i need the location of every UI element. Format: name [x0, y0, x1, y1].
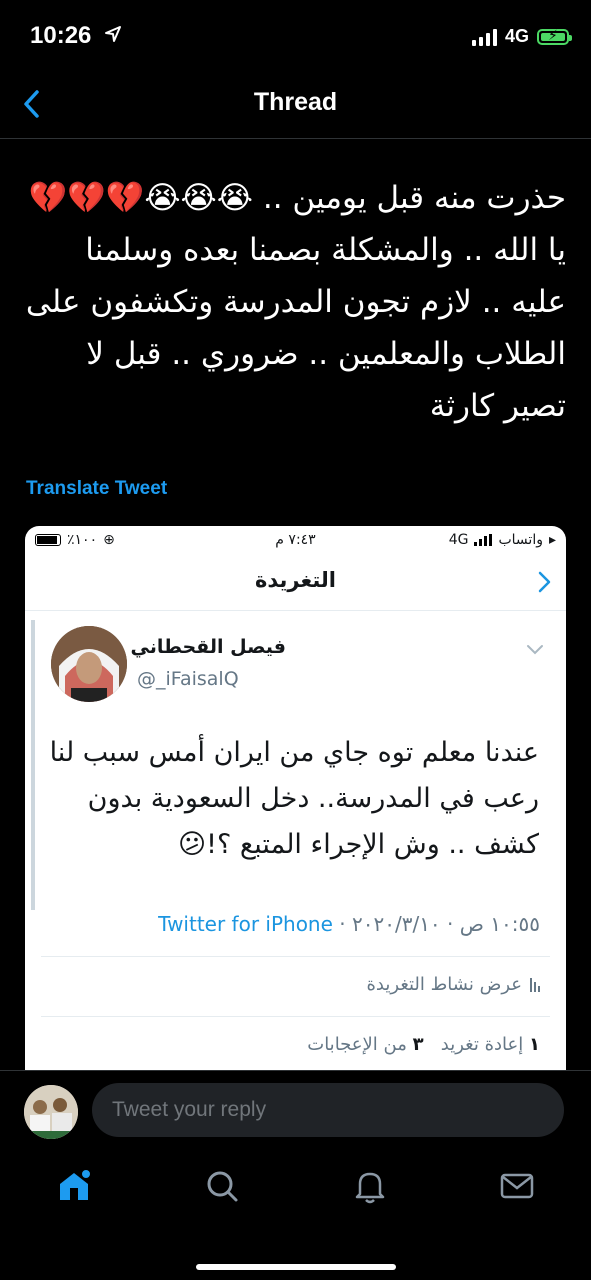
tab-bar [0, 1152, 591, 1280]
likes-count: ٣ [412, 1034, 424, 1055]
tab-home[interactable] [54, 1166, 94, 1206]
home-indicator [196, 1264, 396, 1270]
embedded-title: التغريدة [255, 568, 336, 592]
embedded-caret-down-icon [527, 645, 543, 655]
tab-notifications[interactable] [350, 1166, 390, 1206]
battery-charging-icon: ⚡ [537, 28, 572, 45]
divider [41, 956, 550, 957]
embedded-author-handle: @_iFaisalQ [137, 668, 239, 690]
retweets-label: إعادة تغريد [440, 1034, 524, 1055]
retweets-count: ١ [529, 1034, 540, 1055]
embedded-header: التغريدة [25, 556, 566, 611]
notifications-bell-icon [355, 1172, 385, 1204]
page-title: Thread [253, 88, 338, 116]
signal-bars-icon [471, 28, 497, 46]
reply-bar: Tweet your reply [0, 1070, 591, 1153]
embedded-author-avatar [51, 626, 127, 702]
embedded-status-bar: ٪١٠٠ ⊕ ٧:٤٣ م 4G واتساب ▸ [25, 526, 566, 556]
status-indicators: 4G ⚡ [471, 26, 572, 47]
home-icon [60, 1168, 92, 1200]
embedded-back-arrow-icon: ▸ [548, 532, 556, 548]
analytics-icon [530, 977, 540, 992]
embedded-network: 4G [448, 532, 469, 548]
navigation-bar: Thread [0, 72, 591, 139]
embedded-signal-icon [474, 534, 493, 546]
search-icon [207, 1171, 238, 1202]
embedded-author-name: فيصل القحطاني [130, 636, 286, 658]
embedded-carrier: واتساب [498, 532, 543, 548]
embedded-timestamp: ١٠:٥٥ ص · ٢٠٢٠/٣/١٠ · [332, 912, 540, 936]
translate-tweet-link[interactable]: Translate Tweet [26, 478, 167, 500]
embedded-thread-line [31, 620, 35, 910]
embedded-activity-label: عرض نشاط التغريدة [366, 974, 523, 995]
embedded-tweet-meta: ١٠:٥٥ ص · ٢٠٢٠/٣/١٠ · Twitter for iPhone [158, 912, 540, 936]
tweet-media-image[interactable]: ٪١٠٠ ⊕ ٧:٤٣ م 4G واتساب ▸ التغريدة فيصل … [25, 526, 566, 1071]
tab-search[interactable] [202, 1166, 242, 1206]
messages-envelope-icon [500, 1173, 534, 1199]
tweet-text: حذرت منه قبل يومين .. 😭😭😭💔💔💔 يا الله .. … [25, 180, 566, 424]
embedded-chevron-right-icon [538, 571, 551, 593]
embedded-engagement-stats: ١ إعادة تغريد ٣ من الإعجابات [307, 1034, 540, 1055]
embedded-view-activity: عرض نشاط التغريدة [366, 974, 540, 995]
location-arrow-icon [105, 26, 121, 42]
tab-messages[interactable] [497, 1166, 537, 1206]
status-bar: 10:26 4G ⚡ [0, 0, 591, 72]
embedded-source: Twitter for iPhone [158, 912, 333, 936]
embedded-tweet-body: عندنا معلم توه جاي من ايران أمس سبب لنا … [49, 737, 539, 860]
divider [41, 1016, 550, 1017]
status-time: 10:26 [30, 22, 92, 49]
network-type: 4G [504, 26, 529, 46]
likes-label: من الإعجابات [307, 1034, 407, 1055]
user-avatar[interactable] [24, 1085, 78, 1139]
reply-input[interactable]: Tweet your reply [92, 1083, 564, 1137]
